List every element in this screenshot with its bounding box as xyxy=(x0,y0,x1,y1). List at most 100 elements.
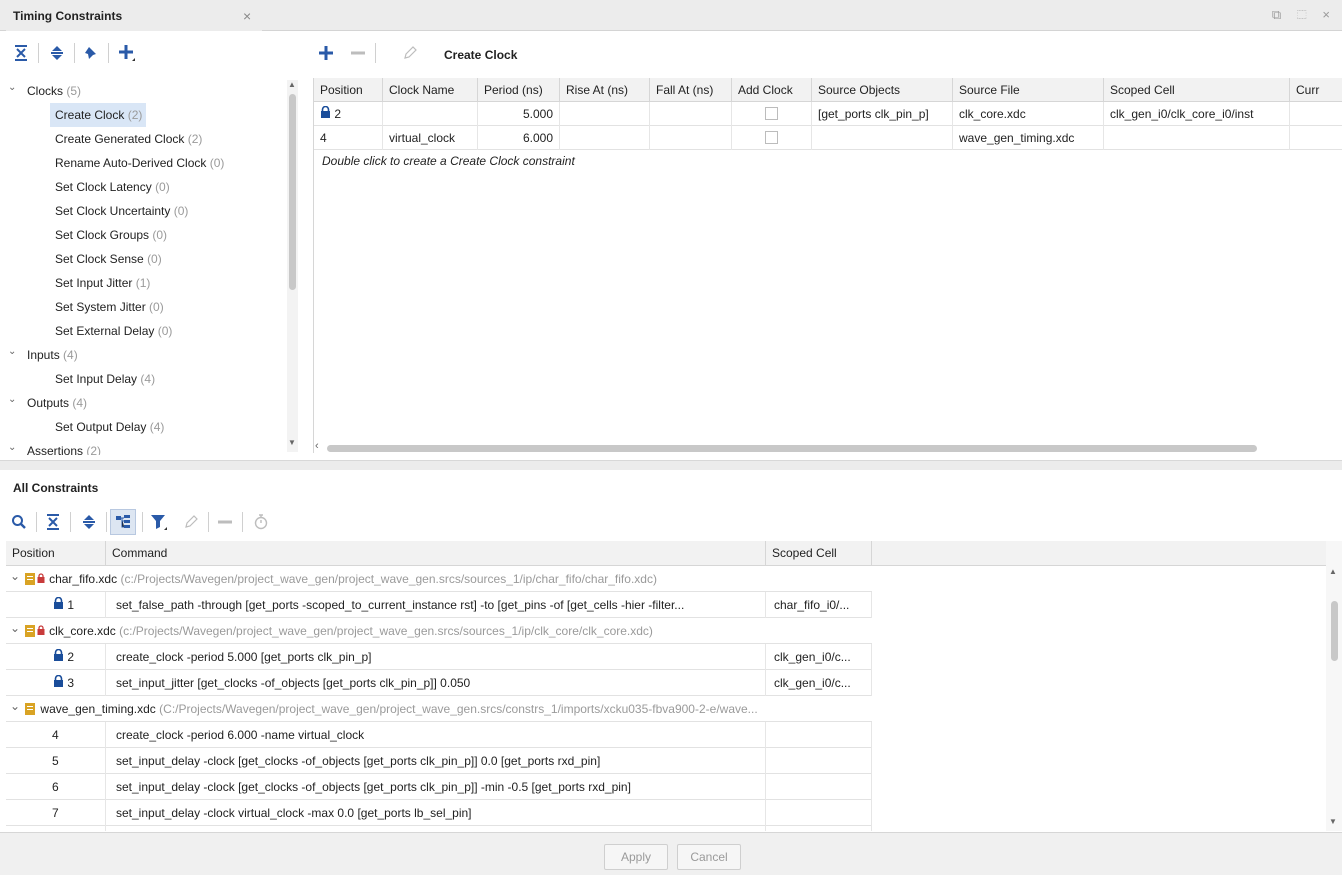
tree-item[interactable]: Set Clock Uncertainty (0) xyxy=(50,199,192,223)
tree-item[interactable]: Set Input Delay (4) xyxy=(50,367,159,391)
tree-item[interactable]: Set Clock Latency (0) xyxy=(50,175,174,199)
column-command[interactable]: Command xyxy=(106,541,766,566)
remove-icon[interactable] xyxy=(347,42,369,64)
tree-item[interactable]: Set Input Jitter (1) xyxy=(50,271,154,295)
tree-item-label: Rename Auto-Derived Clock xyxy=(55,156,207,170)
separator xyxy=(36,512,37,532)
tree-item-count: (4) xyxy=(63,348,78,362)
table-row[interactable]: 2 5.000 [get_ports clk_pin_p] clk_core.xdc c… xyxy=(314,102,1342,126)
scroll-thumb[interactable] xyxy=(289,94,296,290)
filter-icon[interactable] xyxy=(148,511,170,533)
table-row[interactable]: 2 create_clock -period 5.000 [get_ports c… xyxy=(6,644,872,670)
file-group-row[interactable]: ⌄ clk_core.xdc (c:/Projects/Wavegen/proje… xyxy=(6,618,872,644)
column-header[interactable]: Position xyxy=(314,78,383,102)
tree-item-label: Set Clock Latency xyxy=(55,180,152,194)
timer-icon[interactable] xyxy=(250,511,272,533)
position-value: 6 xyxy=(52,780,59,794)
tree-scrollbar[interactable]: ▲ ▼ xyxy=(287,80,298,452)
panel-splitter[interactable] xyxy=(0,460,1342,470)
tree-item[interactable]: ⌄ Assertions (2) xyxy=(6,439,286,455)
chevron-up-icon[interactable]: ▲ xyxy=(1329,567,1337,576)
remove-icon[interactable] xyxy=(214,511,236,533)
table-row[interactable]: 6 set_input_delay -clock [get_clocks -of_… xyxy=(6,774,872,800)
constraint-tree: ⌄ Clocks (5) Create Clock (2) Create Genera… xyxy=(6,79,302,455)
tree-item-count: (0) xyxy=(209,156,225,170)
table-row[interactable]: 5 set_input_delay -clock [get_clocks -of_… xyxy=(6,748,872,774)
chevron-down-icon[interactable]: ⌄ xyxy=(8,79,16,100)
expand-all-icon[interactable] xyxy=(78,511,100,533)
close-icon[interactable]: × xyxy=(1322,7,1336,22)
column-position[interactable]: Position xyxy=(6,541,106,566)
column-scoped-cell[interactable]: Scoped Cell xyxy=(766,541,872,566)
scroll-thumb[interactable] xyxy=(1331,601,1338,661)
vertical-scrollbar[interactable]: ▲ ▼ xyxy=(1326,541,1342,831)
search-icon[interactable] xyxy=(8,511,30,533)
chevron-down-icon[interactable]: ⌄ xyxy=(10,569,20,583)
chevron-down-icon[interactable]: ▼ xyxy=(288,438,296,447)
cancel-button[interactable]: Cancel xyxy=(677,844,741,870)
pin-icon[interactable] xyxy=(80,42,102,64)
tree-item[interactable]: Set External Delay (0) xyxy=(50,319,176,343)
position-value: 4 xyxy=(52,728,59,742)
tree-item-count: (0) xyxy=(152,228,168,242)
column-header[interactable]: Period (ns) xyxy=(478,78,560,102)
chevron-up-icon[interactable]: ▲ xyxy=(288,80,296,89)
chevron-down-icon[interactable]: ⌄ xyxy=(8,436,16,455)
chevron-left-icon[interactable]: ‹ xyxy=(315,440,319,452)
lock-icon xyxy=(53,648,64,664)
column-header[interactable]: Scoped Cell xyxy=(1104,78,1290,102)
edit-icon[interactable] xyxy=(399,42,421,64)
add-icon[interactable] xyxy=(315,42,337,64)
expand-all-icon[interactable] xyxy=(46,42,68,64)
add-constraint-icon[interactable] xyxy=(116,42,138,64)
table-hint[interactable]: Double click to create a Create Clock co… xyxy=(322,154,575,168)
chevron-down-icon[interactable]: ⌄ xyxy=(8,340,16,364)
tab-close-icon[interactable]: × xyxy=(243,8,251,24)
table-row[interactable]: 3 set_input_jitter [get_clocks -of_object… xyxy=(6,670,872,696)
scroll-thumb[interactable] xyxy=(327,445,1257,452)
file-group-row[interactable]: ⌄ char_fifo.xdc (c:/Projects/Wavegen/proj… xyxy=(6,566,872,592)
chevron-down-icon[interactable]: ⌄ xyxy=(10,699,20,713)
tree-item[interactable]: Create Generated Clock (2) xyxy=(50,127,206,151)
group-by-file-icon[interactable] xyxy=(110,509,136,535)
column-header[interactable]: Curr xyxy=(1290,78,1342,102)
column-header[interactable]: Source File xyxy=(953,78,1104,102)
file-group-row[interactable]: ⌄ wave_gen_timing.xdc (C:/Projects/Waveg… xyxy=(6,696,872,722)
chevron-down-icon[interactable]: ⌄ xyxy=(10,621,20,635)
add-clock-checkbox[interactable] xyxy=(765,107,778,121)
column-header[interactable]: Clock Name xyxy=(383,78,478,102)
maximize-icon[interactable]: ⬚ xyxy=(1297,7,1313,22)
tree-item[interactable]: ⌄ Inputs (4) xyxy=(6,343,286,367)
tree-item[interactable]: Set Clock Sense (0) xyxy=(50,247,166,271)
horizontal-scrollbar[interactable]: ‹ xyxy=(313,440,1342,454)
add-clock-checkbox[interactable] xyxy=(765,131,778,145)
edit-icon[interactable] xyxy=(180,511,202,533)
tree-item[interactable]: ⌄ Outputs (4) xyxy=(6,391,286,415)
window-controls: ⧉ ⬚ × xyxy=(1272,7,1336,23)
column-header[interactable]: Source Objects xyxy=(812,78,953,102)
table-row[interactable]: 1 set_false_path -through [get_ports -sco… xyxy=(6,592,872,618)
period-cell: 5.000 xyxy=(478,102,560,126)
column-header[interactable]: Fall At (ns) xyxy=(650,78,732,102)
tree-item[interactable]: Set System Jitter (0) xyxy=(50,295,168,319)
tree-item[interactable]: Set Output Delay (4) xyxy=(50,415,168,439)
column-header[interactable]: Rise At (ns) xyxy=(560,78,650,102)
apply-button[interactable]: Apply xyxy=(604,844,668,870)
chevron-down-icon[interactable]: ⌄ xyxy=(8,388,16,412)
tree-item[interactable]: ⌄ Clocks (5) xyxy=(6,79,286,103)
tree-item[interactable]: Create Clock (2) xyxy=(50,103,147,127)
position-value: 2 xyxy=(67,650,75,664)
table-row[interactable]: 7 set_input_delay -clock virtual_clock -m… xyxy=(6,800,872,826)
collapse-all-icon[interactable] xyxy=(10,42,32,64)
source-objects-cell xyxy=(812,126,953,150)
column-header[interactable]: Add Clock xyxy=(732,78,812,102)
table-row[interactable]: 4 virtual_clock 6.000 wave_gen_timing.xdc xyxy=(314,126,1342,150)
chevron-down-icon[interactable]: ▼ xyxy=(1329,817,1337,826)
restore-icon[interactable]: ⧉ xyxy=(1272,7,1287,22)
table-row[interactable]: 8set_input_delay -clock virtual_clock -m… xyxy=(6,826,872,831)
tree-item[interactable]: Set Clock Groups (0) xyxy=(50,223,171,247)
collapse-all-icon[interactable] xyxy=(42,511,64,533)
table-row[interactable]: 4 create_clock -period 6.000 -name virtua… xyxy=(6,722,872,748)
tree-item[interactable]: Rename Auto-Derived Clock (0) xyxy=(50,151,228,175)
tab-timing-constraints[interactable]: Timing Constraints × xyxy=(6,0,262,31)
